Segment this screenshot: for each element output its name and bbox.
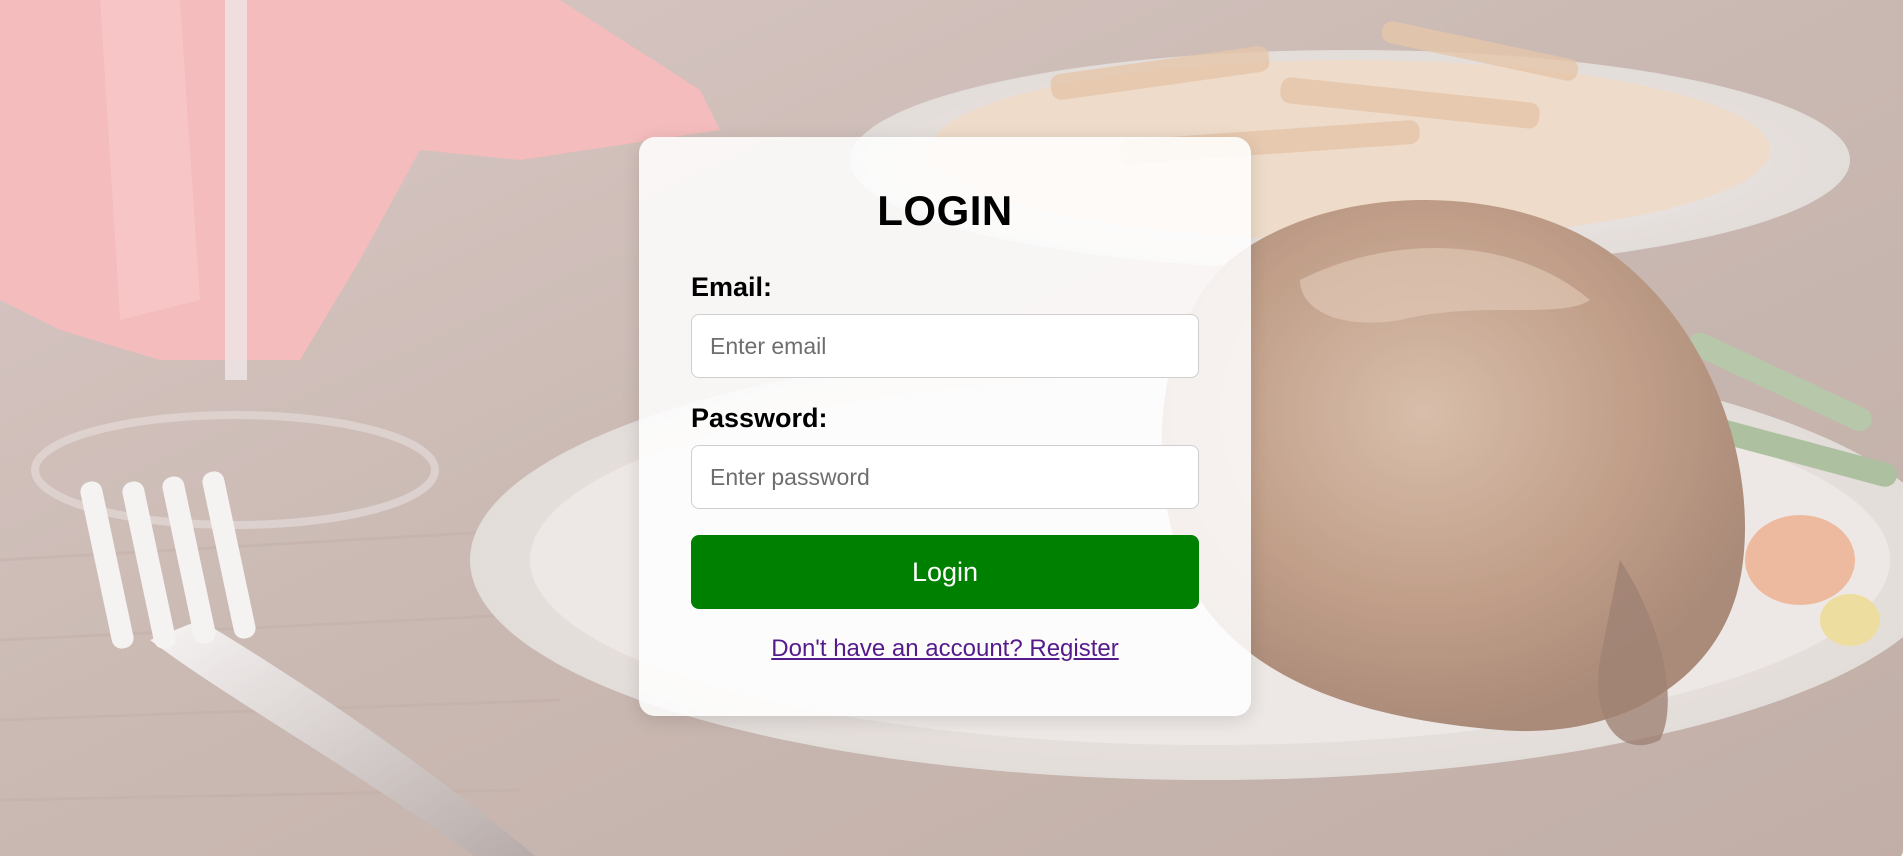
password-input[interactable] bbox=[691, 445, 1199, 509]
email-label: Email: bbox=[691, 272, 773, 302]
register-link[interactable]: Don't have an account? Register bbox=[771, 635, 1118, 662]
login-button[interactable]: Login bbox=[691, 535, 1199, 609]
login-card: LOGIN Email: Password: Login Don't have … bbox=[639, 137, 1251, 716]
password-label: Password: bbox=[691, 403, 828, 433]
register-link-container: Don't have an account? Register bbox=[639, 634, 1251, 664]
email-input[interactable] bbox=[691, 314, 1199, 378]
page-viewport: LOGIN Email: Password: Login Don't have … bbox=[0, 0, 1903, 862]
page-bottom-edge bbox=[0, 856, 1903, 862]
login-title: LOGIN bbox=[877, 187, 1013, 234]
